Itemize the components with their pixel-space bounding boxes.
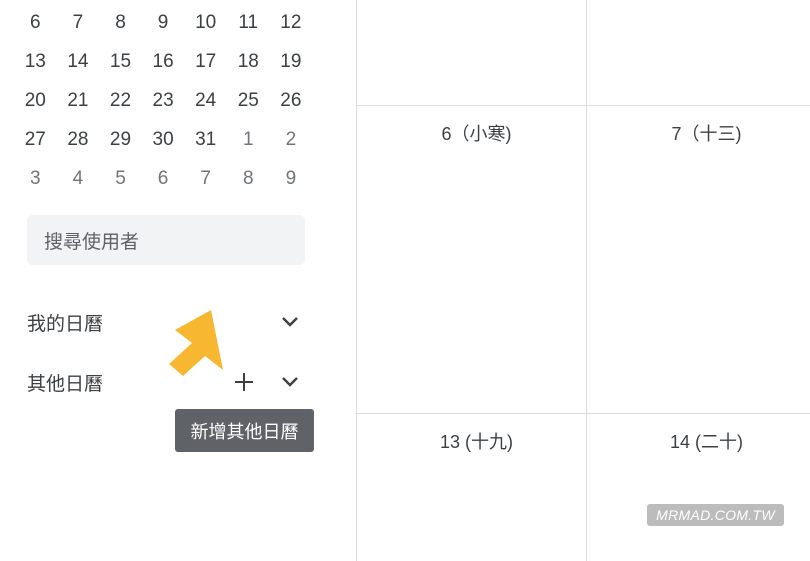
mini-calendar-day[interactable]: 11 xyxy=(227,12,270,34)
mini-calendar-day[interactable]: 8 xyxy=(99,12,142,34)
mini-calendar-day[interactable]: 6 xyxy=(142,168,185,190)
mini-calendar-day[interactable]: 6 xyxy=(14,12,57,34)
mini-calendar-day[interactable]: 9 xyxy=(270,168,313,190)
mini-calendar-week: 6 7 8 9 10 11 12 xyxy=(14,3,312,42)
mini-calendar-day[interactable]: 22 xyxy=(99,90,142,112)
mini-calendar-day[interactable]: 9 xyxy=(142,12,185,34)
mini-calendar-day[interactable]: 21 xyxy=(57,90,100,112)
grid-divider xyxy=(356,105,810,106)
grid-divider xyxy=(586,0,587,561)
mini-calendar-day[interactable]: 13 xyxy=(14,51,57,73)
mini-calendar-day[interactable]: 27 xyxy=(14,129,57,151)
day-cell-label[interactable]: 7（十三) xyxy=(592,120,810,146)
mini-calendar: 6 7 8 9 10 11 12 13 14 15 16 17 18 19 20 21 22 23 24 25 26 27… xyxy=(14,3,312,198)
mini-calendar-day[interactable]: 30 xyxy=(142,129,185,151)
mini-calendar-day[interactable]: 14 xyxy=(57,51,100,73)
mini-calendar-day[interactable]: 18 xyxy=(227,51,270,73)
mini-calendar-day[interactable]: 12 xyxy=(270,12,313,34)
mini-calendar-day[interactable]: 19 xyxy=(270,51,313,73)
mini-calendar-day[interactable]: 2 xyxy=(270,129,313,151)
mini-calendar-day[interactable]: 31 xyxy=(184,129,227,151)
grid-divider xyxy=(356,413,810,414)
watermark-text: MRMAD.COM.TW xyxy=(656,507,775,523)
sidebar: 6 7 8 9 10 11 12 13 14 15 16 17 18 19 20 21 22 23 24 25 26 27… xyxy=(0,0,356,561)
mini-calendar-day[interactable]: 29 xyxy=(99,129,142,151)
mini-calendar-day[interactable]: 10 xyxy=(184,12,227,34)
mini-calendar-day[interactable]: 7 xyxy=(184,168,227,190)
mini-calendar-week: 3456789 xyxy=(14,159,312,198)
mini-calendar-day[interactable]: 28 xyxy=(57,129,100,151)
mini-calendar-day[interactable]: 3 xyxy=(14,168,57,190)
mini-calendar-week: 13 14 15 16 17 18 19 xyxy=(14,42,312,81)
day-cell-label[interactable]: 14 (二十) xyxy=(592,428,810,454)
mini-calendar-day[interactable]: 24 xyxy=(184,90,227,112)
add-other-calendar-tooltip: 新增其他日曆 xyxy=(175,409,314,452)
mini-calendar-day[interactable]: 25 xyxy=(227,90,270,112)
chevron-down-icon[interactable] xyxy=(279,311,301,333)
mini-calendar-day[interactable]: 26 xyxy=(270,90,313,112)
arrow-pointer-icon xyxy=(165,308,237,385)
mini-calendar-day[interactable]: 1 xyxy=(227,129,270,151)
day-cell-label[interactable]: 13 (十九) xyxy=(362,428,591,454)
search-users-placeholder: 搜尋使用者 xyxy=(44,231,140,253)
mini-calendar-week: 27 28 29 30 31 1 2 xyxy=(14,120,312,159)
mini-calendar-day[interactable]: 5 xyxy=(99,168,142,190)
watermark: MRMAD.COM.TW xyxy=(647,504,784,526)
chevron-down-icon[interactable] xyxy=(279,371,301,393)
day-cell-label[interactable]: 6（小寒) xyxy=(362,120,591,146)
mini-calendar-day[interactable]: 23 xyxy=(142,90,185,112)
search-users-input[interactable]: 搜尋使用者 xyxy=(27,215,305,265)
mini-calendar-day[interactable]: 17 xyxy=(184,51,227,73)
grid-divider xyxy=(356,0,357,561)
mini-calendar-day[interactable]: 16 xyxy=(142,51,185,73)
tooltip-text: 新增其他日曆 xyxy=(190,421,299,442)
mini-calendar-day[interactable]: 15 xyxy=(99,51,142,73)
mini-calendar-day[interactable]: 20 xyxy=(14,90,57,112)
mini-calendar-day[interactable]: 4 xyxy=(57,168,100,190)
mini-calendar-day[interactable]: 8 xyxy=(227,168,270,190)
mini-calendar-day[interactable]: 7 xyxy=(57,12,100,34)
mini-calendar-week: 20 21 22 23 24 25 26 xyxy=(14,81,312,120)
